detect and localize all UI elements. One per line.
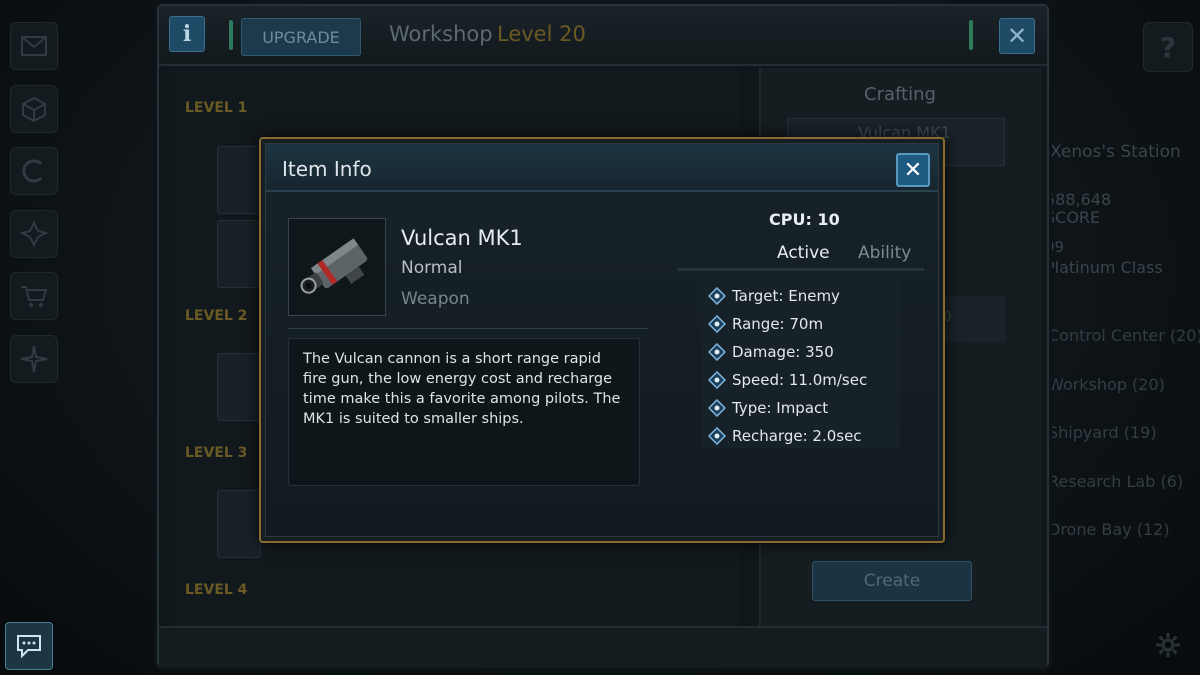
crafting-title: Crafting	[864, 84, 936, 105]
building-list: Control Center (20) Workshop (20) Shipya…	[1048, 326, 1200, 569]
station-score-label: SCORE	[1045, 208, 1101, 227]
star-compass-icon[interactable]	[10, 335, 58, 383]
item-info-modal: Item Info ✕ Vulcan MK1 Normal Weapon The…	[259, 137, 945, 543]
cube-icon[interactable]	[10, 85, 58, 133]
info-button[interactable]: i	[169, 16, 205, 52]
create-button[interactable]: Create	[812, 561, 972, 601]
help-icon: ?	[1159, 30, 1177, 64]
header-light-left	[229, 20, 233, 50]
diamond-bullet-icon	[708, 427, 726, 445]
item-info-close-button[interactable]: ✕	[896, 153, 930, 187]
station-name: IXenos's Station	[1045, 142, 1181, 162]
diamond-bullet-icon	[708, 315, 726, 333]
upgrade-button[interactable]: UPGRADE	[241, 18, 361, 56]
item-name: Vulcan MK1	[401, 226, 523, 250]
stat-recharge: Recharge: 2.0sec	[732, 427, 862, 445]
item-description-box: The Vulcan cannon is a short range rapid…	[288, 338, 640, 486]
close-icon: ✕	[903, 157, 923, 183]
item-type: Weapon	[401, 289, 470, 309]
diamond-bullet-icon	[708, 343, 726, 361]
vulcan-cannon-icon	[289, 219, 385, 315]
stat-row: Recharge: 2.0sec	[708, 423, 862, 449]
credits-icon[interactable]	[10, 147, 58, 195]
stat-row: Target: Enemy	[708, 283, 840, 309]
diamond-bullet-icon	[708, 287, 726, 305]
gear-icon	[1156, 633, 1180, 657]
stat-row: Type: Impact	[708, 395, 828, 421]
stat-row: Range: 70m	[708, 311, 823, 337]
workshop-close-button[interactable]: ✕	[999, 18, 1035, 54]
weapon-thumbnail	[288, 218, 386, 316]
mail-icon[interactable]	[10, 22, 58, 70]
header-light-right	[969, 20, 973, 50]
level-2-heading: LEVEL 2	[185, 308, 248, 324]
blueprint-slot[interactable]	[217, 220, 261, 288]
item-info-header: Item Info ✕	[266, 144, 938, 192]
cpu-value: CPU: 10	[769, 210, 840, 229]
station-score: 588,648	[1045, 190, 1112, 209]
stat-speed: Speed: 11.0m/sec	[732, 371, 868, 389]
level-3-heading: LEVEL 3	[185, 445, 248, 461]
diamond-bullet-icon	[708, 371, 726, 389]
chat-button[interactable]	[5, 622, 53, 670]
building-item-shipyard[interactable]: Shipyard (19)	[1048, 423, 1200, 472]
building-item-control-center[interactable]: Control Center (20)	[1048, 326, 1200, 375]
left-sidebar	[0, 0, 64, 675]
station-class: Platinum Class	[1045, 258, 1163, 277]
diamond-bullet-icon	[708, 399, 726, 417]
workshop-level: Level 20	[497, 22, 586, 46]
info-icon: i	[182, 21, 192, 47]
level-4-heading: LEVEL 4	[185, 582, 248, 598]
workshop-title: Workshop	[389, 22, 493, 46]
item-info-body: Item Info ✕ Vulcan MK1 Normal Weapon The…	[265, 143, 939, 537]
tab-underline	[678, 268, 924, 271]
building-item-drone-bay[interactable]: Drone Bay (12)	[1048, 520, 1200, 569]
help-button[interactable]: ?	[1143, 22, 1193, 72]
item-rarity: Normal	[401, 258, 463, 278]
blueprint-slot[interactable]	[217, 146, 261, 214]
stat-row: Damage: 350	[708, 339, 834, 365]
tab-ability[interactable]: Ability	[858, 243, 911, 263]
close-icon: ✕	[1006, 22, 1028, 50]
stat-type: Type: Impact	[732, 399, 829, 417]
stat-damage: Damage: 350	[732, 343, 834, 361]
divider	[288, 328, 648, 329]
building-item-workshop[interactable]: Workshop (20)	[1048, 375, 1200, 424]
blueprint-slot[interactable]	[217, 490, 261, 558]
tab-active[interactable]: Active	[777, 243, 830, 263]
building-item-research-lab[interactable]: Research Lab (6)	[1048, 472, 1200, 521]
alliance-icon[interactable]	[10, 210, 58, 258]
shop-cart-icon[interactable]	[10, 272, 58, 320]
stat-range: Range: 70m	[732, 315, 824, 333]
workshop-header: i UPGRADE Workshop Level 20 ✕	[159, 6, 1047, 66]
workshop-footer	[159, 626, 1047, 668]
stats-list: Target: Enemy Range: 70m Damage: 350 Spe…	[702, 280, 900, 448]
item-description: The Vulcan cannon is a short range rapid…	[303, 351, 621, 427]
stat-target: Target: Enemy	[732, 287, 840, 305]
chat-icon	[17, 635, 41, 658]
blueprint-slot[interactable]	[217, 353, 261, 421]
level-1-heading: LEVEL 1	[185, 100, 248, 116]
stat-row: Speed: 11.0m/sec	[708, 367, 867, 393]
settings-button[interactable]	[1145, 622, 1191, 668]
item-info-title: Item Info	[282, 157, 372, 181]
